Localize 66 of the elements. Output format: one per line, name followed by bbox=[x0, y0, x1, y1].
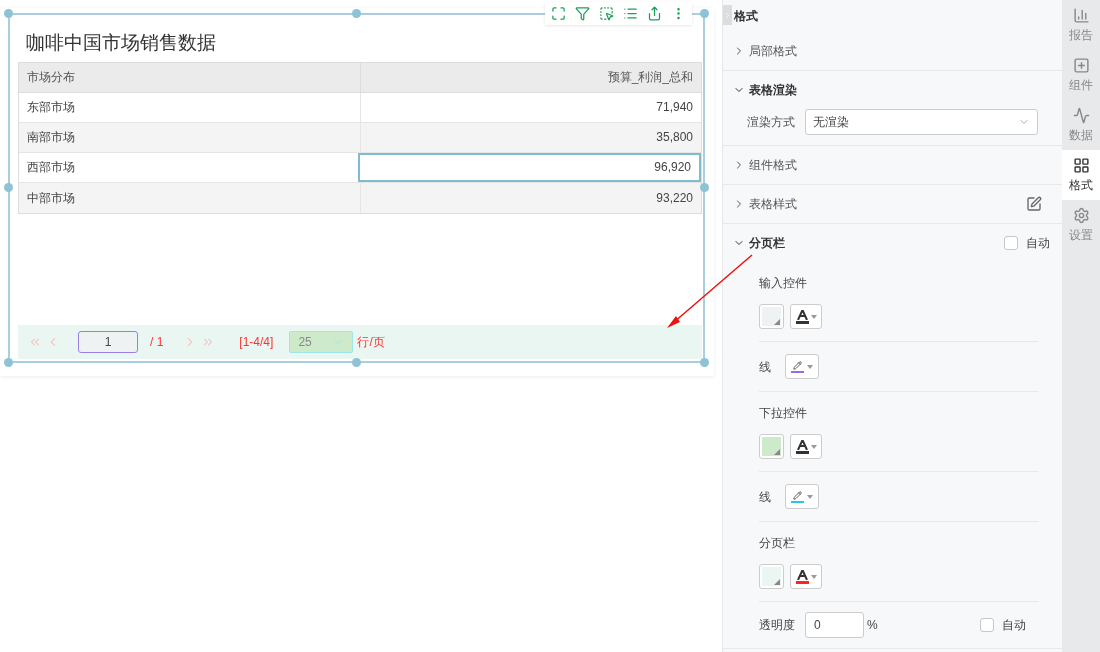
render-select[interactable]: 无渲染 bbox=[805, 109, 1038, 135]
edit-icon[interactable] bbox=[1026, 196, 1042, 212]
group-label: 线 bbox=[759, 488, 771, 506]
letter-a-icon bbox=[796, 309, 808, 320]
line-chart-icon bbox=[1072, 106, 1090, 124]
checkbox-label: 自动 bbox=[1026, 235, 1050, 252]
panel-title: 格式 bbox=[734, 8, 758, 25]
rows-per-page-label: 行/页 bbox=[357, 333, 385, 351]
section-header[interactable]: 局部格式 bbox=[733, 42, 797, 60]
table-cell[interactable]: 96,920 bbox=[358, 152, 701, 182]
section-header[interactable]: 表格样式 bbox=[733, 195, 797, 213]
group-label: 分页栏 bbox=[759, 535, 796, 552]
field-label: 渲染方式 bbox=[747, 114, 795, 131]
column-header[interactable]: 市场分布 bbox=[19, 62, 360, 92]
column-header[interactable]: 预算_利润_总和 bbox=[359, 62, 701, 92]
font-color-button[interactable] bbox=[790, 564, 822, 589]
table-cell[interactable]: 35,800 bbox=[359, 122, 701, 152]
resize-handle[interactable] bbox=[700, 358, 709, 367]
table-cell[interactable]: 中部市场 bbox=[19, 182, 360, 213]
section-header[interactable]: 表格渲染 bbox=[733, 81, 797, 99]
opacity-field[interactable]: 0 bbox=[805, 612, 864, 638]
percent-unit: % bbox=[867, 617, 878, 634]
pencil-icon bbox=[793, 490, 802, 500]
settings-icon bbox=[1072, 206, 1090, 224]
resize-handle[interactable] bbox=[4, 183, 13, 192]
resize-handle[interactable] bbox=[352, 9, 361, 18]
letter-a-icon bbox=[796, 569, 808, 580]
side-tab[interactable]: 格式 bbox=[1062, 150, 1100, 200]
grid-icon bbox=[1072, 156, 1090, 174]
resize-handle[interactable] bbox=[352, 358, 361, 367]
table-cell[interactable]: 南部市场 bbox=[19, 122, 360, 152]
widget-title: 咖啡中国市场销售数据 bbox=[25, 31, 217, 55]
font-color-button[interactable] bbox=[790, 434, 822, 459]
fullscreen-icon[interactable] bbox=[551, 6, 566, 21]
checkbox[interactable] bbox=[1004, 236, 1018, 250]
section-header[interactable]: 分页栏 bbox=[733, 234, 785, 252]
resize-handle[interactable] bbox=[700, 183, 709, 192]
resize-handle[interactable] bbox=[4, 9, 13, 18]
table-cell[interactable]: 东部市场 bbox=[19, 92, 360, 122]
checkbox-label: 自动 bbox=[1002, 617, 1026, 634]
checkbox[interactable] bbox=[980, 618, 994, 632]
export-icon[interactable] bbox=[647, 6, 662, 21]
font-color-button[interactable] bbox=[790, 304, 822, 329]
line-color-button[interactable] bbox=[785, 354, 819, 379]
page-field[interactable]: 1 bbox=[78, 330, 138, 353]
table-cell[interactable]: 西部市场 bbox=[19, 152, 358, 182]
table-cell[interactable]: 93,220 bbox=[359, 182, 701, 213]
filter-icon[interactable] bbox=[575, 6, 590, 21]
resize-handle[interactable] bbox=[4, 358, 13, 367]
resize-handle[interactable] bbox=[700, 9, 709, 18]
group-label: 输入控件 bbox=[759, 275, 808, 292]
collapse-handle[interactable] bbox=[723, 5, 732, 25]
record-range: [1-4/4] bbox=[239, 333, 274, 351]
select-icon[interactable] bbox=[599, 6, 614, 21]
group-label: 下拉控件 bbox=[759, 405, 808, 422]
group-label: 线 bbox=[759, 358, 771, 376]
letter-a-icon bbox=[796, 439, 808, 450]
pencil-icon bbox=[793, 360, 802, 370]
bar-chart-icon bbox=[1072, 6, 1090, 24]
add-component-icon bbox=[1072, 56, 1090, 74]
group-label: 透明度 bbox=[759, 617, 795, 634]
page-total: / 1 bbox=[150, 333, 164, 351]
table-cell[interactable]: 71,940 bbox=[359, 92, 701, 122]
line-color-button[interactable] bbox=[785, 484, 819, 509]
section-header[interactable]: 组件格式 bbox=[733, 156, 797, 174]
list-icon[interactable] bbox=[623, 6, 638, 21]
